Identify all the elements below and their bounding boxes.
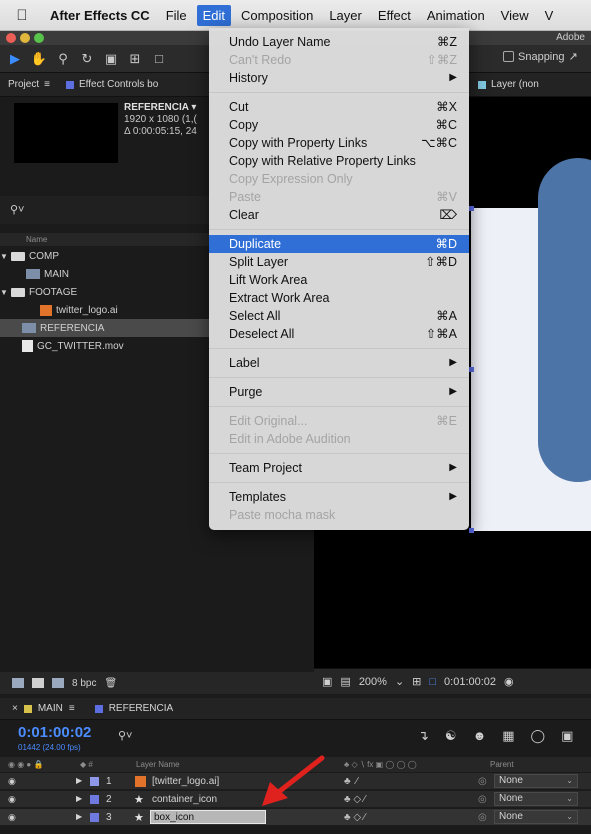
menu-item-label: Copy bbox=[229, 118, 259, 132]
menu-item-label: Lift Work Area bbox=[229, 273, 308, 287]
menu-item-label: Can't Redo bbox=[229, 53, 292, 67]
menu-item-lift-work-area[interactable]: Lift Work Area bbox=[209, 271, 469, 289]
menu-item-select-all[interactable]: Select All ⌘A bbox=[209, 307, 469, 325]
menu-item-extract-work-area[interactable]: Extract Work Area bbox=[209, 289, 469, 307]
menu-item-label: Select All bbox=[229, 309, 281, 323]
menu-item-templates[interactable]: Templates ▶ bbox=[209, 488, 469, 506]
menu-item-label: History bbox=[229, 71, 268, 85]
menu-item-label: Team Project bbox=[229, 461, 302, 475]
menu-separator bbox=[209, 406, 469, 407]
menu-item-can-t-redo: Can't Redo ⇧⌘Z bbox=[209, 51, 469, 69]
menu-item-history[interactable]: History ▶ bbox=[209, 69, 469, 87]
menu-item-shortcut: ⇧⌘D bbox=[424, 255, 457, 269]
menu-item-label: Paste bbox=[229, 190, 261, 204]
menu-item-shortcut: ⌘E bbox=[436, 414, 457, 428]
menu-item-copy-expression-only: Copy Expression Only bbox=[209, 170, 469, 188]
menu-item-clear[interactable]: Clear ⌦ bbox=[209, 206, 469, 224]
menu-item-paste: Paste ⌘V bbox=[209, 188, 469, 206]
menu-item-label: Copy with Property Links bbox=[229, 136, 368, 150]
menu-item-label: Copy with Relative Property Links bbox=[229, 154, 416, 168]
menu-item-label: Duplicate bbox=[229, 237, 282, 251]
menu-item-undo-layer-name[interactable]: Undo Layer Name ⌘Z bbox=[209, 33, 469, 51]
menu-item-paste-mocha-mask: Paste mocha mask bbox=[209, 506, 469, 524]
menu-item-duplicate[interactable]: Duplicate ⌘D bbox=[209, 235, 469, 253]
menu-item-label: Undo Layer Name bbox=[229, 35, 331, 49]
menu-item-copy-with-relative-property-links[interactable]: Copy with Relative Property Links bbox=[209, 152, 469, 170]
menu-item-split-layer[interactable]: Split Layer ⇧⌘D bbox=[209, 253, 469, 271]
edit-menu-dropdown: Undo Layer Name ⌘Z Can't Redo ⇧⌘Z History ▶ Cu… bbox=[209, 28, 469, 530]
menu-separator bbox=[209, 92, 469, 93]
menu-item-label: Paste mocha mask bbox=[229, 508, 336, 522]
menu-item-copy[interactable]: Copy ⌘C bbox=[209, 116, 469, 134]
menu-item-team-project[interactable]: Team Project ▶ bbox=[209, 459, 469, 477]
menu-item-label: Cut bbox=[229, 100, 249, 114]
menu-item-label: Label bbox=[229, 356, 260, 370]
submenu-arrow-icon: ▶ bbox=[449, 357, 457, 368]
menu-item-label: Copy Expression Only bbox=[229, 172, 353, 186]
menu-item-label: Extract Work Area bbox=[229, 291, 330, 305]
menu-separator bbox=[209, 348, 469, 349]
menu-item-label: Deselect All bbox=[229, 327, 295, 341]
menu-item-shortcut: ⌘C bbox=[435, 118, 457, 132]
menu-item-label: Purge bbox=[229, 385, 263, 399]
menu-separator bbox=[209, 453, 469, 454]
menu-item-label: Edit in Adobe Audition bbox=[229, 432, 351, 446]
submenu-arrow-icon: ▶ bbox=[449, 386, 457, 397]
menu-item-shortcut: ⌦ bbox=[439, 208, 457, 222]
menu-item-edit-original: Edit Original... ⌘E bbox=[209, 412, 469, 430]
menu-item-label: Edit Original... bbox=[229, 414, 308, 428]
menu-separator bbox=[209, 377, 469, 378]
submenu-arrow-icon: ▶ bbox=[449, 462, 457, 473]
menu-item-label: Templates bbox=[229, 490, 286, 504]
submenu-arrow-icon: ▶ bbox=[449, 491, 457, 502]
menu-item-purge[interactable]: Purge ▶ bbox=[209, 383, 469, 401]
menu-item-shortcut: ⌥⌘C bbox=[421, 136, 457, 150]
menu-item-shortcut: ⌘D bbox=[435, 237, 457, 251]
menu-item-deselect-all[interactable]: Deselect All ⇧⌘A bbox=[209, 325, 469, 343]
submenu-arrow-icon: ▶ bbox=[449, 72, 457, 83]
menu-item-shortcut: ⇧⌘A bbox=[425, 327, 457, 341]
menu-separator bbox=[209, 229, 469, 230]
menu-item-label[interactable]: Label ▶ bbox=[209, 354, 469, 372]
menu-separator bbox=[209, 482, 469, 483]
menu-item-shortcut: ⌘Z bbox=[436, 35, 457, 49]
menu-item-cut[interactable]: Cut ⌘X bbox=[209, 98, 469, 116]
menu-item-shortcut: ⇧⌘Z bbox=[426, 53, 457, 67]
menu-item-shortcut: ⌘A bbox=[436, 309, 457, 323]
menu-item-label: Clear bbox=[229, 208, 259, 222]
menu-item-shortcut: ⌘V bbox=[436, 190, 457, 204]
menu-item-shortcut: ⌘X bbox=[436, 100, 457, 114]
menu-item-edit-in-adobe-audition: Edit in Adobe Audition bbox=[209, 430, 469, 448]
menu-item-label: Split Layer bbox=[229, 255, 289, 269]
menu-item-copy-with-property-links[interactable]: Copy with Property Links ⌥⌘C bbox=[209, 134, 469, 152]
